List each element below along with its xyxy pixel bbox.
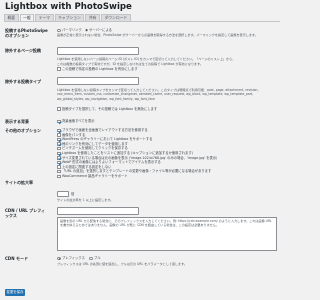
site-zoom-label: サイトの拡大率 [5, 180, 33, 185]
option-checkbox[interactable] [57, 174, 61, 179]
cdn-mode-desc: プレフィックスは URL の先頭に値を追加し、プルは元の URL をパラメータと… [57, 262, 188, 266]
permalink-radio[interactable] [57, 28, 61, 33]
background-label: 表示する背景 [5, 119, 29, 124]
exclude-pages-desc-2: これは複数の投稿タイプで有効ですが、ID を指定しなければ全ての投稿で Ligh… [57, 61, 204, 66]
exclude-post-types-checkbox-label: 投稿タイプを選択して、その投稿では Lightbox を無効にします [62, 106, 158, 111]
exclude-post-types-input[interactable] [57, 77, 139, 85]
exclude-post-types-desc: Lightbox を使用しない投稿タイプをカンマで区切って入力してください。この… [57, 88, 259, 101]
site-zoom-unit: 倍 [71, 191, 75, 196]
option-checkbox[interactable] [57, 133, 61, 137]
cdn-prefix-radio-label: プレフィックス [62, 256, 85, 260]
exclude-pages-checkbox-label: この投稿で特定の投稿の Lightbox を有効にします [62, 66, 138, 71]
cdn-pull-radio-label: プル [94, 256, 101, 260]
option-checkbox[interactable] [57, 165, 61, 169]
tab-theme[interactable]: テーマ [35, 14, 54, 21]
tab-bar: 概要 一般 テーマ キャプション 共有 ダウンロード [4, 14, 131, 21]
exclude-pages-input[interactable] [57, 47, 139, 55]
photoswipe-options-desc: 画像が正常に表示されない場合、PhotoSwipe がサーバーからの画像を取得す… [57, 33, 258, 37]
tab-overview[interactable]: 概要 [4, 14, 19, 21]
tab-divider [4, 21, 280, 22]
option-checkbox[interactable] [57, 142, 61, 146]
exclude-pages-label: 除外するページ投稿 [5, 48, 41, 53]
cdn-prefix-radio[interactable] [57, 256, 61, 261]
cdn-mode-label: CDN モード [5, 256, 28, 261]
cdn-prefix-textarea[interactable]: 画像を別の URL から配信する場合に、そのプレフィックスを入力してください。例… [57, 217, 277, 251]
cdn-prefix-input[interactable] [57, 207, 139, 215]
cdn-prefix-label: CDN / URL プレフィックス [5, 208, 46, 218]
option-checkbox[interactable] [57, 128, 61, 133]
site-zoom-desc: サイトの拡大率を 1 以上に設定します。 [57, 198, 114, 202]
tab-general[interactable]: 一般 [19, 14, 35, 21]
page-title: Lightbox with PhotoSwipe [5, 2, 132, 12]
save-button[interactable]: 変更を保存 [5, 289, 25, 296]
permalink-radio-label: パーマリンク ◉ サーバーによる [62, 28, 112, 32]
cdn-pull-radio[interactable] [89, 256, 93, 261]
tab-download[interactable]: ダウンロード [100, 14, 131, 21]
option-checkbox[interactable] [57, 169, 61, 174]
option-checkbox[interactable] [57, 151, 61, 156]
other-options-label: その他のオプション [5, 128, 41, 133]
option-checkbox[interactable] [57, 146, 61, 151]
background-checkbox[interactable] [57, 119, 61, 124]
exclude-pages-checkbox[interactable] [57, 67, 61, 71]
exclude-post-types-label: 除外する投稿タイプ [5, 79, 41, 84]
photoswipe-options-label: 投稿するPhotoSwipe のオプション [5, 28, 48, 38]
option-checkbox[interactable] [57, 160, 61, 165]
tab-share[interactable]: 共有 [85, 14, 100, 21]
background-checkbox-label: 背景画像すべてを表示 [62, 119, 95, 123]
option-checkbox[interactable] [57, 156, 61, 160]
exclude-post-types-checkbox[interactable] [57, 107, 61, 111]
option-checkbox[interactable] [57, 137, 61, 142]
option-label: WooCommerce 製品ギャラリーをサポート [62, 174, 128, 178]
tab-caption[interactable]: キャプション [54, 14, 85, 21]
site-zoom-input[interactable] [57, 191, 69, 197]
